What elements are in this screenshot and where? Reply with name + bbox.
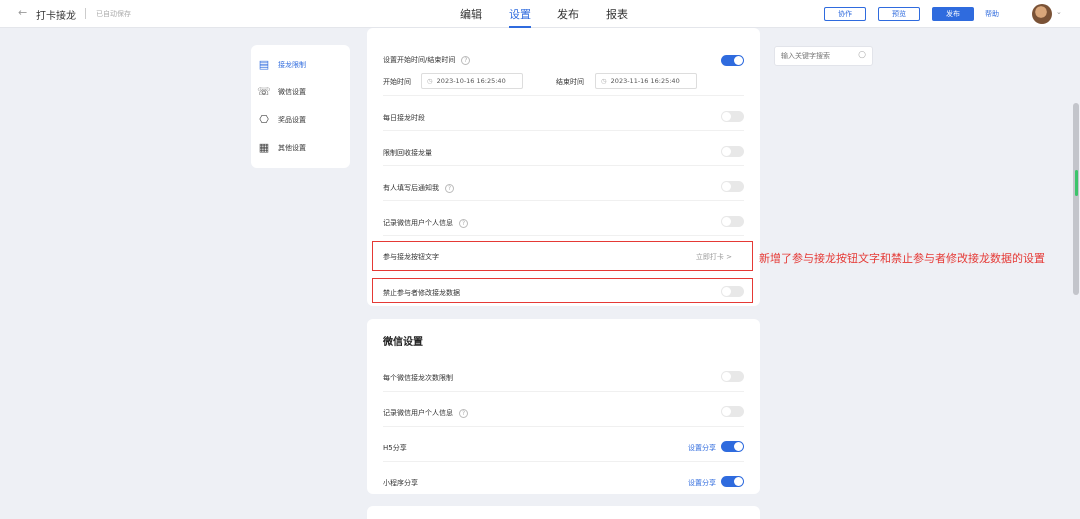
mini-share-settings-link[interactable]: 设置分享: [688, 478, 716, 488]
list-icon: ▤: [258, 58, 270, 71]
sidebar-item-other[interactable]: ▦ 其他设置: [257, 139, 347, 157]
highlight-button-text: [372, 241, 753, 271]
daily-period-label: 每日接龙时段: [383, 114, 425, 122]
mini-share-row: 小程序分享 设置分享: [383, 462, 744, 494]
help-link[interactable]: 帮助: [985, 9, 999, 19]
help-icon[interactable]: ?: [461, 55, 471, 65]
search-input[interactable]: [781, 50, 853, 62]
clock-icon: ◷: [601, 77, 607, 85]
scroll-indicator: [1075, 170, 1078, 196]
publish-button[interactable]: 发布: [932, 7, 974, 21]
sidebar-item-limits[interactable]: ▤ 接龙限制: [257, 56, 347, 74]
time-setting-toggle[interactable]: [721, 55, 744, 66]
collab-button[interactable]: 协作: [824, 7, 866, 21]
start-time-field[interactable]: ◷ 2023-10-16 16:25:40: [421, 73, 523, 89]
preview-button[interactable]: 预览: [878, 7, 920, 21]
next-card: [367, 506, 760, 519]
page-title: 打卡接龙: [36, 11, 76, 22]
avatar[interactable]: [1032, 4, 1052, 24]
help-icon[interactable]: ?: [459, 218, 468, 228]
grid-icon: ▦: [258, 141, 270, 154]
record-info-label: 记录微信用户个人信息: [383, 219, 453, 227]
start-time-value: 2023-10-16 16:25:40: [436, 77, 506, 85]
notify-label: 有人填写后通知我: [383, 184, 439, 192]
chevron-down-icon[interactable]: ⌄: [1056, 8, 1062, 16]
highlight-forbid-edit: [372, 278, 753, 303]
tab-publish[interactable]: 发布: [557, 6, 579, 22]
autosave-status: 已自动保存: [96, 10, 131, 18]
per-user-limit-toggle[interactable]: [721, 371, 744, 382]
time-setting-row: 设置开始时间/结束时间? 开始时间 ◷ 2023-10-16 16:25:40 结…: [383, 28, 744, 96]
wechat-record-info-toggle[interactable]: [721, 406, 744, 417]
tab-edit[interactable]: 编辑: [460, 6, 482, 22]
per-user-limit-label: 每个微信接龙次数限制: [383, 374, 453, 382]
sidebar-item-wechat[interactable]: ☏ 微信设置: [257, 83, 347, 101]
limit-count-row: 限制回收接龙量: [383, 131, 744, 166]
sidebar-item-label: 微信设置: [278, 88, 306, 96]
wechat-icon: ☏: [257, 85, 271, 98]
settings-sidebar: ▤ 接龙限制 ☏ 微信设置 ⎔ 奖品设置 ▦ 其他设置: [251, 45, 350, 168]
mini-share-toggle[interactable]: [721, 476, 744, 487]
back-arrow-icon[interactable]: ←: [18, 6, 27, 19]
record-info-toggle[interactable]: [721, 216, 744, 227]
h5-share-label: H5分享: [383, 444, 407, 452]
limit-count-toggle[interactable]: [721, 146, 744, 157]
notify-row: 有人填写后通知我?: [383, 166, 744, 201]
tab-settings[interactable]: 设置: [509, 6, 531, 22]
h5-share-settings-link[interactable]: 设置分享: [688, 443, 716, 453]
sidebar-item-prizes[interactable]: ⎔ 奖品设置: [257, 111, 347, 129]
wechat-card: 微信设置 每个微信接龙次数限制 记录微信用户个人信息? H5分享 设置分享 小程…: [367, 319, 760, 494]
h5-share-toggle[interactable]: [721, 441, 744, 452]
search-box: ○: [774, 46, 873, 66]
wechat-section-title: 微信设置: [383, 337, 423, 348]
time-setting-label: 设置开始时间/结束时间: [383, 56, 456, 64]
mini-share-label: 小程序分享: [383, 479, 418, 487]
daily-period-toggle[interactable]: [721, 111, 744, 122]
h5-share-row: H5分享 设置分享: [383, 427, 744, 462]
end-time-value: 2023-11-16 16:25:40: [610, 77, 680, 85]
sidebar-item-label: 接龙限制: [278, 61, 306, 69]
wechat-record-info-row: 记录微信用户个人信息?: [383, 392, 744, 427]
daily-period-row: 每日接龙时段: [383, 96, 744, 131]
clock-icon: ◷: [427, 77, 433, 85]
sidebar-item-label: 其他设置: [278, 144, 306, 152]
end-time-field[interactable]: ◷ 2023-11-16 16:25:40: [595, 73, 697, 89]
record-info-row: 记录微信用户个人信息?: [383, 201, 744, 236]
divider: [85, 8, 86, 19]
scrollbar-thumb[interactable]: [1073, 103, 1079, 295]
start-time-label: 开始时间: [383, 78, 411, 86]
wechat-record-info-label: 记录微信用户个人信息: [383, 409, 453, 417]
limit-count-label: 限制回收接龙量: [383, 149, 432, 157]
search-icon[interactable]: ○: [858, 50, 866, 60]
end-time-label: 结束时间: [556, 78, 584, 86]
help-icon[interactable]: ?: [445, 183, 454, 193]
sidebar-item-label: 奖品设置: [278, 116, 306, 124]
per-user-limit-row: 每个微信接龙次数限制: [383, 357, 744, 392]
tab-report[interactable]: 报表: [606, 6, 628, 22]
gift-icon: ⎔: [259, 113, 269, 126]
annotation-note: 新增了参与接龙按钮文字和禁止参与者修改接龙数据的设置: [759, 252, 1045, 265]
notify-toggle[interactable]: [721, 181, 744, 192]
top-bar: ← 打卡接龙 已自动保存 编辑 设置 发布 报表 协作 预览 发布 帮助 ⌄: [0, 0, 1080, 28]
help-icon[interactable]: ?: [459, 408, 468, 418]
